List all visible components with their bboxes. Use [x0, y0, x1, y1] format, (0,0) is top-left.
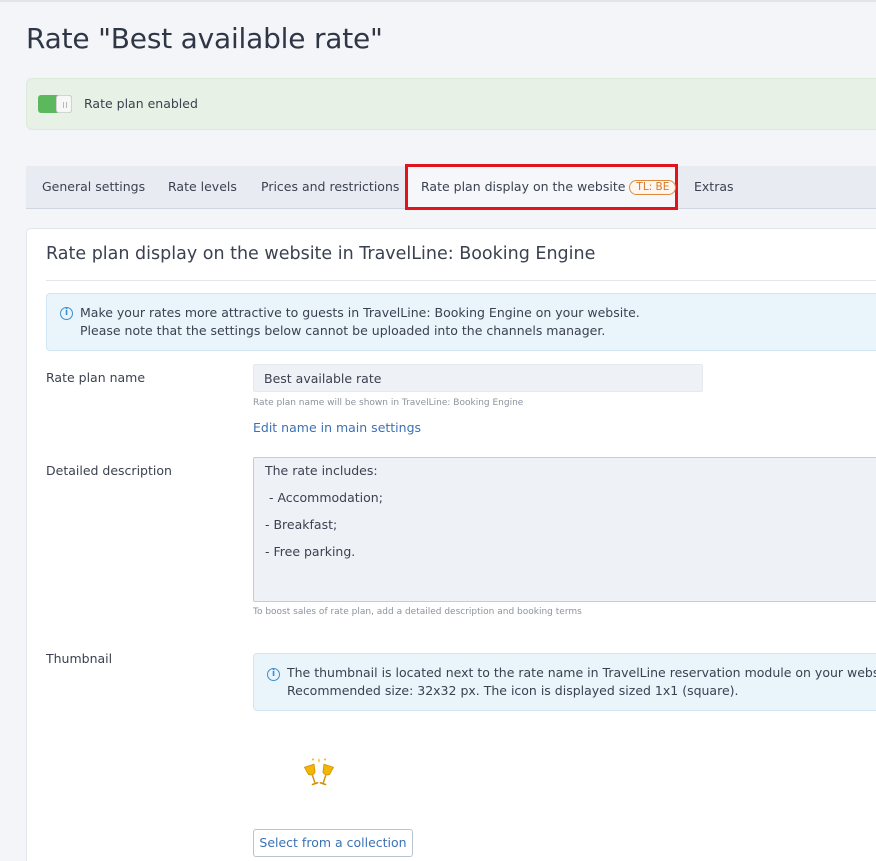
thumbnail-label: Thumbnail	[46, 651, 113, 666]
detailed-description-label: Detailed description	[46, 463, 172, 478]
thumbnail-info-line-1: The thumbnail is located next to the rat…	[287, 665, 876, 680]
tab-extras[interactable]: Extras	[694, 166, 734, 209]
tab-prices-and-restrictions[interactable]: Prices and restrictions	[261, 166, 399, 209]
description-line: - Breakfast;	[265, 517, 338, 532]
rate-plan-display-panel: Rate plan display on the website in Trav…	[26, 228, 876, 861]
tab-general-settings[interactable]: General settings	[42, 166, 145, 209]
page-title: Rate "Best available rate"	[26, 22, 383, 55]
description-line: - Free parking.	[265, 544, 356, 559]
toggle-knob[interactable]	[56, 95, 72, 113]
description-hint: To boost sales of rate plan, add a detai…	[253, 607, 582, 617]
rate-plan-name-hint: Rate plan name will be shown in TravelLi…	[253, 398, 524, 408]
panel-title: Rate plan display on the website in Trav…	[46, 244, 596, 264]
tab-rate-plan-display[interactable]: Rate plan display on the website TL: BE	[405, 164, 678, 210]
tab-rate-levels[interactable]: Rate levels	[168, 166, 237, 209]
edit-name-link[interactable]: Edit name in main settings	[253, 420, 421, 435]
info-box-booking-engine: i Make your rates more attractive to gue…	[46, 293, 876, 351]
detailed-description-textarea[interactable]: The rate includes: - Accommodation; - Br…	[253, 457, 876, 602]
description-line: The rate includes:	[265, 463, 378, 478]
panel-divider	[46, 280, 876, 281]
rate-plan-status-bar: Rate plan enabled	[26, 78, 876, 130]
rate-plan-enabled-label: Rate plan enabled	[84, 96, 198, 111]
champagne-glasses-icon	[303, 758, 335, 786]
description-line: - Accommodation;	[265, 490, 383, 505]
rate-plan-name-field[interactable]: Best available rate	[253, 364, 703, 392]
top-divider	[0, 0, 876, 2]
rate-plan-name-label: Rate plan name	[46, 370, 146, 385]
select-from-collection-button[interactable]: Select from a collection	[253, 829, 413, 857]
info-icon: i	[60, 307, 73, 320]
tl-be-badge: TL: BE	[629, 180, 677, 195]
rate-plan-enabled-toggle[interactable]	[38, 95, 72, 113]
tab-bar: General settings Rate levels Prices and …	[26, 164, 876, 210]
tab-rate-plan-display-label: Rate plan display on the website	[421, 179, 626, 194]
info-box-thumbnail: i The thumbnail is located next to the r…	[253, 653, 876, 711]
info-text-line-2: Please note that the settings below cann…	[80, 323, 606, 338]
thumbnail-info-line-2: Recommended size: 32x32 px. The icon is …	[287, 683, 739, 698]
info-text-line-1: Make your rates more attractive to guest…	[80, 305, 640, 320]
info-icon: i	[267, 668, 280, 681]
